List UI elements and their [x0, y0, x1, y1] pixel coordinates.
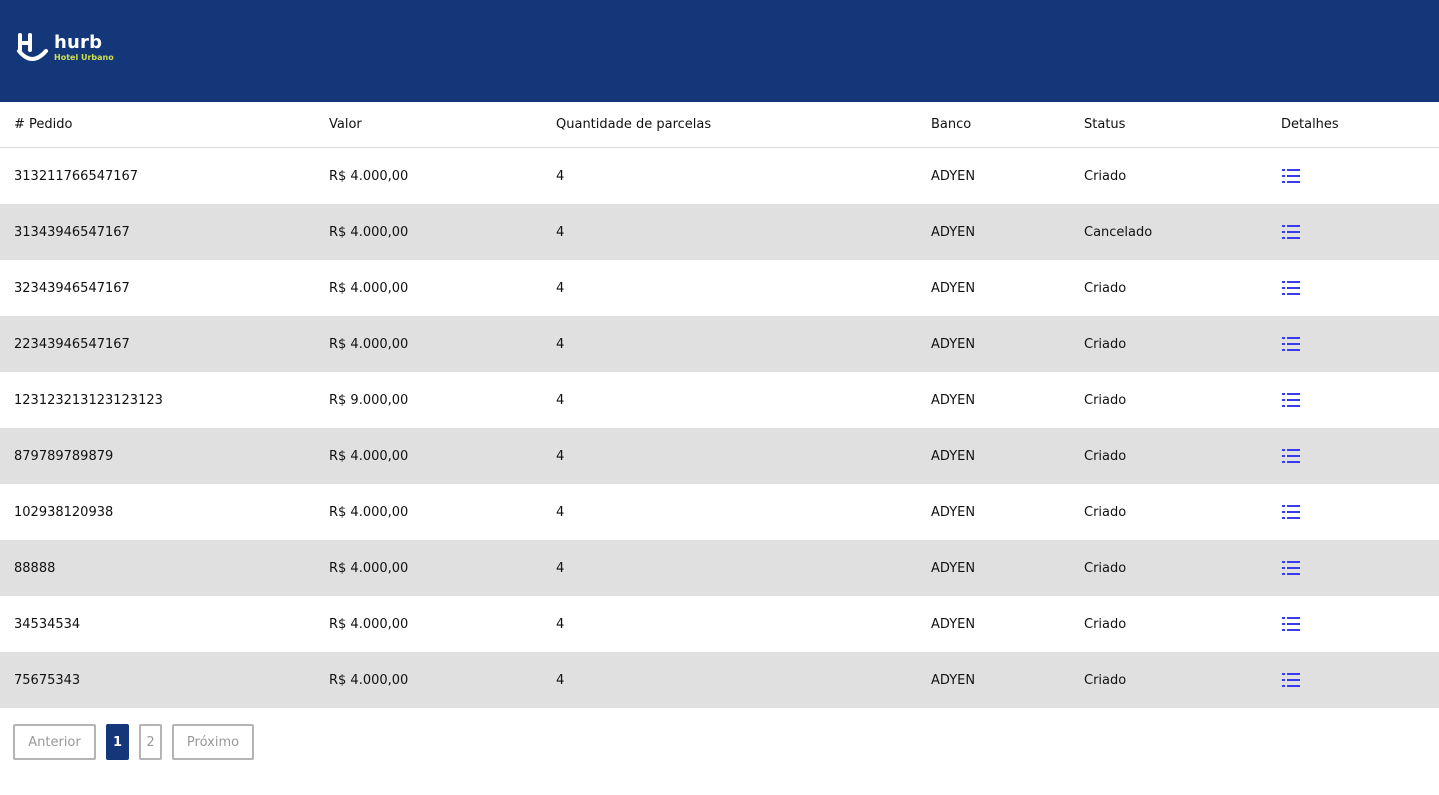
cell-parcelas: 4: [542, 204, 917, 260]
table-row: 22343946547167 R$ 4.000,00 4 ADYEN Criado: [0, 316, 1439, 372]
list-icon[interactable]: [1281, 559, 1301, 577]
cell-pedido: 879789789879: [0, 428, 315, 484]
list-icon[interactable]: [1281, 615, 1301, 633]
cell-banco: ADYEN: [917, 428, 1070, 484]
page-button-1[interactable]: 1: [106, 724, 129, 760]
cell-parcelas: 4: [542, 652, 917, 708]
cell-parcelas: 4: [556, 280, 565, 296]
cell-detalhes: [1267, 316, 1439, 372]
cell-valor: R$ 4.000,00: [315, 428, 542, 484]
cell-parcelas: 4: [542, 316, 917, 372]
list-icon[interactable]: [1281, 671, 1301, 689]
cell-pedido: 88888: [0, 540, 315, 596]
cell-banco: ADYEN: [931, 280, 976, 296]
column-header-parcelas: Quantidade de parcelas: [542, 102, 917, 148]
cell-parcelas: 4: [542, 428, 917, 484]
cell-pedido: 31343946547167: [0, 204, 315, 260]
cell-pedido: 22343946547167: [0, 316, 315, 372]
list-icon[interactable]: [1281, 167, 1301, 185]
list-icon[interactable]: [1281, 503, 1301, 521]
cell-status: Criado: [1084, 168, 1127, 184]
cell-status: Criado: [1070, 316, 1267, 372]
cell-pedido: 34534534: [14, 616, 81, 632]
page-button-2[interactable]: 2: [139, 724, 162, 760]
column-header-pedido: # Pedido: [0, 102, 315, 148]
cell-pedido: 313211766547167: [14, 168, 139, 184]
cell-valor: R$ 4.000,00: [315, 652, 542, 708]
cell-detalhes: [1267, 596, 1439, 652]
hurb-logo[interactable]: hurb Hotel Urbano: [16, 33, 114, 65]
cell-pedido: 123123213123123123: [14, 392, 163, 408]
cell-pedido: 32343946547167: [14, 280, 130, 296]
previous-page-button[interactable]: Anterior: [13, 724, 96, 760]
cell-detalhes: [1267, 148, 1439, 205]
cell-banco: ADYEN: [931, 392, 976, 408]
hurb-logo-icon: [17, 33, 48, 61]
next-page-button[interactable]: Próximo: [172, 724, 254, 760]
list-icon[interactable]: [1281, 391, 1301, 409]
cell-detalhes: [1267, 260, 1439, 316]
cell-pedido: 102938120938: [14, 504, 114, 520]
cell-detalhes: [1267, 204, 1439, 260]
cell-status: Criado: [1084, 616, 1127, 632]
cell-parcelas: 4: [556, 504, 565, 520]
cell-detalhes: [1267, 652, 1439, 708]
table-row: 123123213123123123 R$ 9.000,00 4 ADYEN Criad…: [0, 372, 1439, 428]
cell-valor: R$ 4.000,00: [329, 168, 409, 184]
brand-name: hurb: [54, 32, 103, 53]
cell-status: Criado: [1084, 280, 1127, 296]
table-row: 75675343 R$ 4.000,00 4 ADYEN Criado: [0, 652, 1439, 708]
cell-valor: R$ 4.000,00: [315, 540, 542, 596]
cell-detalhes: [1267, 372, 1439, 428]
cell-banco: ADYEN: [917, 316, 1070, 372]
cell-status: Criado: [1070, 540, 1267, 596]
cell-banco: ADYEN: [917, 652, 1070, 708]
cell-banco: ADYEN: [917, 540, 1070, 596]
cell-valor: R$ 9.000,00: [329, 392, 409, 408]
list-icon[interactable]: [1281, 335, 1301, 353]
brand-subtitle: Hotel Urbano: [54, 53, 114, 62]
cell-status: Criado: [1070, 428, 1267, 484]
top-header: hurb Hotel Urbano: [0, 0, 1439, 102]
table-row: 879789789879 R$ 4.000,00 4 ADYEN Criado: [0, 428, 1439, 484]
table-row: 313211766547167 R$ 4.000,00 4 ADYEN Criado: [0, 148, 1439, 205]
table-row: 34534534 R$ 4.000,00 4 ADYEN Criado: [0, 596, 1439, 652]
column-header-banco: Banco: [917, 102, 1070, 148]
column-header-detalhes: Detalhes: [1267, 102, 1439, 148]
table-row: 88888 R$ 4.000,00 4 ADYEN Criado: [0, 540, 1439, 596]
column-header-status: Status: [1070, 102, 1267, 148]
cell-parcelas: 4: [556, 392, 565, 408]
table-header-row: # Pedido Valor Quantidade de parcelas Ba…: [0, 102, 1439, 148]
cell-status: Criado: [1070, 652, 1267, 708]
table-row: 32343946547167 R$ 4.000,00 4 ADYEN Criado: [0, 260, 1439, 316]
list-icon[interactable]: [1281, 279, 1301, 297]
cell-pedido: 75675343: [0, 652, 315, 708]
cell-banco: ADYEN: [917, 204, 1070, 260]
cell-banco: ADYEN: [931, 616, 976, 632]
table-row: 31343946547167 R$ 4.000,00 4 ADYEN Cancelado: [0, 204, 1439, 260]
cell-banco: ADYEN: [931, 168, 976, 184]
orders-table: # Pedido Valor Quantidade de parcelas Ba…: [0, 102, 1439, 708]
cell-status: Cancelado: [1070, 204, 1267, 260]
cell-parcelas: 4: [556, 168, 565, 184]
cell-status: Criado: [1084, 504, 1127, 520]
list-icon[interactable]: [1281, 447, 1301, 465]
cell-detalhes: [1267, 540, 1439, 596]
cell-valor: R$ 4.000,00: [315, 316, 542, 372]
cell-valor: R$ 4.000,00: [315, 204, 542, 260]
table-row: 102938120938 R$ 4.000,00 4 ADYEN Criado: [0, 484, 1439, 540]
cell-valor: R$ 4.000,00: [329, 616, 409, 632]
cell-valor: R$ 4.000,00: [329, 504, 409, 520]
column-header-valor: Valor: [315, 102, 542, 148]
list-icon[interactable]: [1281, 223, 1301, 241]
cell-parcelas: 4: [556, 616, 565, 632]
cell-banco: ADYEN: [931, 504, 976, 520]
cell-valor: R$ 4.000,00: [329, 280, 409, 296]
pagination: Anterior 1 2 Próximo: [13, 724, 254, 760]
cell-detalhes: [1267, 484, 1439, 540]
cell-status: Criado: [1084, 392, 1127, 408]
cell-detalhes: [1267, 428, 1439, 484]
cell-parcelas: 4: [542, 540, 917, 596]
